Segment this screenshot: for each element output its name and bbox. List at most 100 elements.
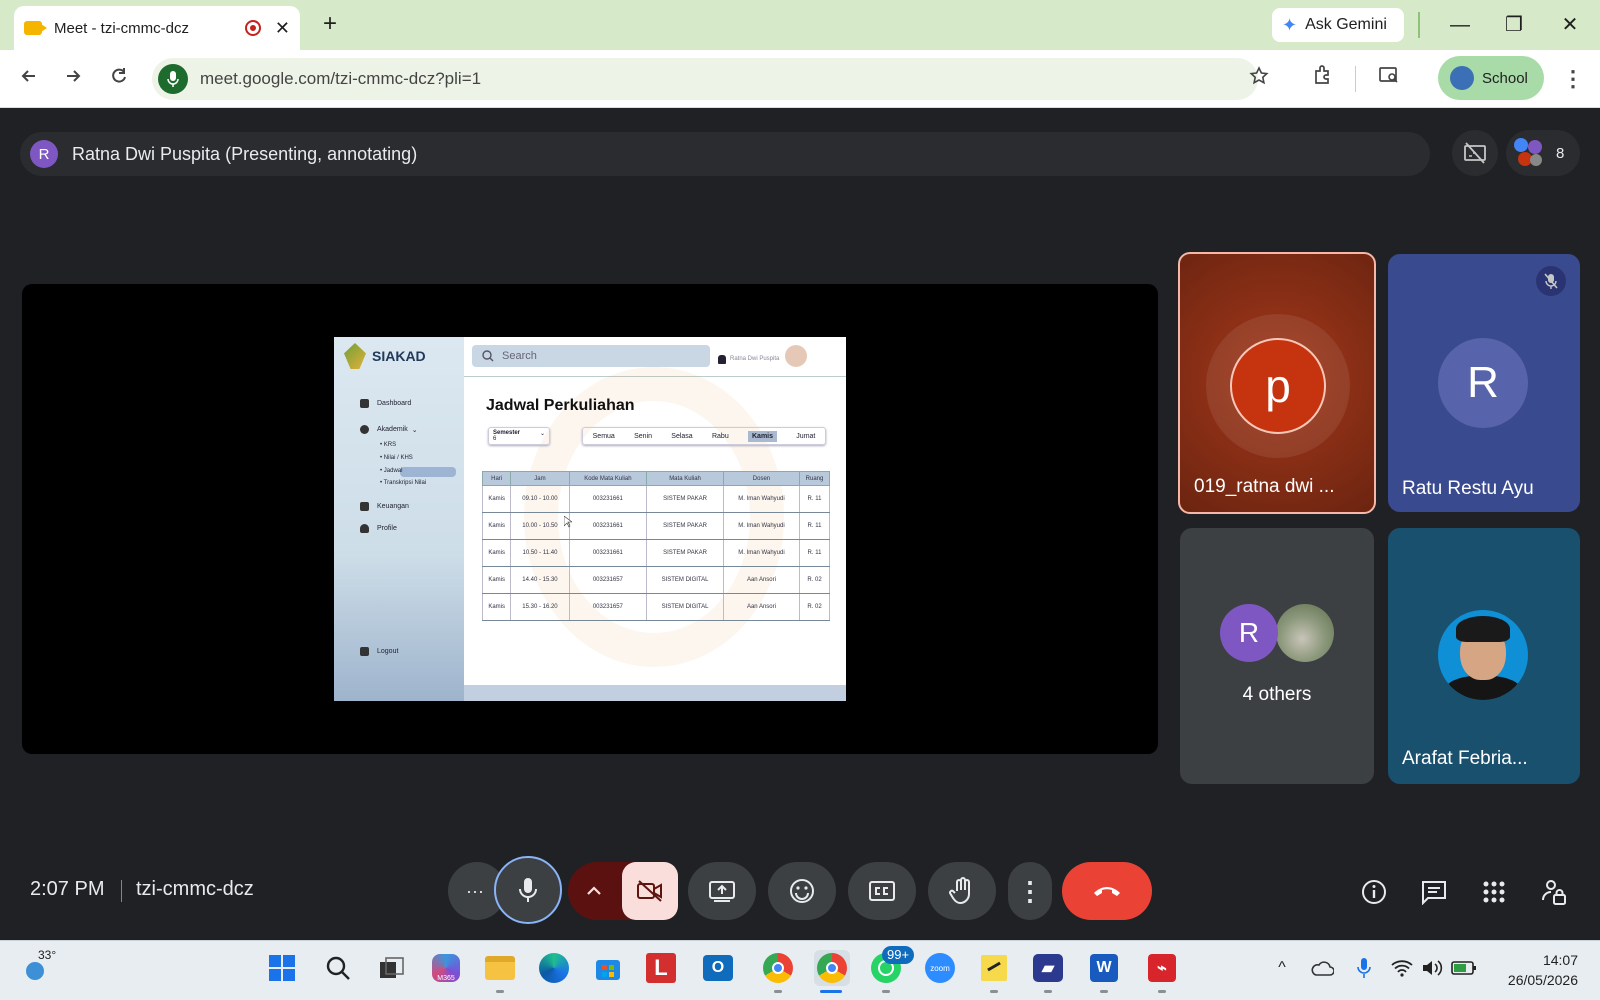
cell: R. 02: [799, 566, 830, 594]
cell: SISTEM DIGITAL: [646, 566, 724, 594]
weather-icon: [26, 962, 44, 980]
subnav-label: KRS: [383, 442, 397, 448]
outlook-app[interactable]: O: [700, 950, 736, 986]
folder-icon: [485, 956, 515, 980]
muted-mic-icon: [1536, 266, 1566, 296]
siakad-footer-bar: [464, 685, 846, 701]
nav-logout: Logout: [360, 647, 398, 656]
home-icon: [360, 399, 369, 408]
siakad-logo: SIAKAD: [344, 343, 426, 369]
start-button[interactable]: [264, 950, 300, 986]
nav-label: Logout: [377, 648, 399, 655]
browser-menu-icon[interactable]: ⋮: [1556, 62, 1590, 96]
new-tab-button[interactable]: +: [316, 10, 344, 38]
tab-search-icon[interactable]: [1372, 62, 1406, 96]
chrome-app[interactable]: [760, 950, 796, 986]
sticky-notes-app[interactable]: [976, 950, 1012, 986]
subnav-label: Transkripsi Nilai: [383, 480, 427, 486]
extensions-icon[interactable]: [1306, 62, 1340, 96]
microphone-button[interactable]: [494, 856, 562, 924]
weather-widget[interactable]: [22, 958, 52, 988]
divider: [1418, 12, 1420, 38]
battery-icon[interactable]: [1446, 950, 1482, 986]
participant-tile-ratna[interactable]: p 019_ratna dwi ...: [1178, 252, 1376, 514]
chat-button[interactable]: [1412, 870, 1456, 914]
tab-title: Meet - tzi-cmmc-dcz: [54, 19, 189, 37]
participant-tile-arafat[interactable]: Arafat Febria...: [1388, 528, 1580, 784]
table-row: Kamis 15.30 - 16.20 003231657 SISTEM DIGITA…: [481, 593, 830, 621]
profile-avatar: [1450, 66, 1474, 90]
show-hidden-icons-button[interactable]: ^: [1264, 950, 1300, 986]
cell: R. 11: [799, 539, 830, 567]
hang-up-icon: [1094, 887, 1120, 896]
search-button[interactable]: [320, 950, 356, 986]
running-indicator: [882, 990, 890, 993]
microphone-in-use-icon[interactable]: [158, 64, 188, 94]
column-header: Mata Kuliah: [646, 471, 724, 486]
presentation-off-icon: [1464, 142, 1486, 164]
acrobat-app[interactable]: ⌁: [1144, 950, 1180, 986]
letter-l-app[interactable]: L: [646, 953, 676, 983]
system-time: 14:07: [1542, 952, 1578, 968]
chevron-down-icon: ⌄: [539, 431, 545, 437]
cell: Aan Ansori: [722, 593, 801, 621]
tab-close-icon[interactable]: ✕: [275, 18, 290, 39]
participant-tile-others[interactable]: R 4 others: [1180, 528, 1374, 784]
system-clock[interactable]: 14:07 26/05/2026: [1478, 950, 1578, 990]
captions-button[interactable]: [848, 862, 916, 920]
address-bar[interactable]: meet.google.com/tzi-cmmc-dcz?pli=1: [152, 58, 1258, 100]
camera-button[interactable]: [622, 862, 678, 920]
leave-call-button[interactable]: [1062, 862, 1152, 920]
cell: M. Iman Wahyudi: [722, 539, 801, 567]
participants-button[interactable]: 8: [1506, 130, 1580, 176]
microphone-icon: [519, 878, 537, 902]
pdf-icon: ⌁: [1148, 954, 1176, 982]
weather-temp: 33°: [38, 948, 57, 962]
present-screen-button[interactable]: [688, 862, 756, 920]
participant-tile-ratu[interactable]: R Ratu Restu Ayu: [1388, 254, 1580, 512]
host-controls-button[interactable]: [1532, 870, 1576, 914]
file-explorer-app[interactable]: [482, 950, 518, 986]
activities-button[interactable]: [1472, 870, 1516, 914]
active-tab[interactable]: Meet - tzi-cmmc-dcz ✕: [14, 6, 300, 50]
teams-icon: ▰: [1033, 954, 1063, 982]
meet-favicon-icon: [24, 21, 47, 35]
day-tab-active: Kamis: [748, 430, 778, 442]
search-placeholder: Search: [502, 350, 537, 362]
store-app[interactable]: [590, 950, 626, 986]
chrome-active-app[interactable]: [814, 950, 850, 986]
siakad-search: Search: [472, 345, 710, 367]
mic-in-use-icon[interactable]: [1346, 950, 1382, 986]
emoji-icon: [790, 879, 814, 903]
raise-hand-button[interactable]: [928, 862, 996, 920]
cell: 003231661: [568, 539, 648, 567]
column-header: Kode Mata Kuliah: [568, 471, 648, 486]
edge-icon: [539, 953, 569, 983]
siakad-emblem-icon: [344, 343, 366, 369]
hide-presentation-button[interactable]: [1452, 130, 1498, 176]
onedrive-icon[interactable]: [1304, 950, 1340, 986]
forward-button[interactable]: [56, 62, 90, 96]
close-window-button[interactable]: ✕: [1550, 8, 1590, 42]
nav-label: Keuangan: [377, 503, 409, 510]
back-button[interactable]: [12, 62, 46, 96]
volume-icon[interactable]: [1414, 950, 1450, 986]
edge-app[interactable]: [536, 950, 572, 986]
bookmark-star-icon[interactable]: [1242, 62, 1276, 96]
meeting-details-button[interactable]: [1352, 870, 1396, 914]
reactions-button[interactable]: [768, 862, 836, 920]
teams-app[interactable]: ▰: [1030, 950, 1066, 986]
profile-button[interactable]: School: [1438, 56, 1544, 100]
zoom-app[interactable]: zoom: [922, 950, 958, 986]
task-view-button[interactable]: [374, 950, 410, 986]
minimize-button[interactable]: —: [1440, 8, 1480, 42]
m365-app[interactable]: M365: [428, 950, 464, 986]
reload-button[interactable]: [102, 62, 136, 96]
word-icon: W: [1090, 954, 1118, 982]
ask-gemini-button[interactable]: ✦ Ask Gemini: [1272, 8, 1404, 42]
restore-button[interactable]: ❐: [1494, 8, 1534, 42]
system-date: 26/05/2026: [1507, 972, 1578, 988]
subnav-active-highlight: [400, 467, 456, 477]
more-options-button[interactable]: ⋮: [1008, 862, 1052, 920]
word-app[interactable]: W: [1086, 950, 1122, 986]
